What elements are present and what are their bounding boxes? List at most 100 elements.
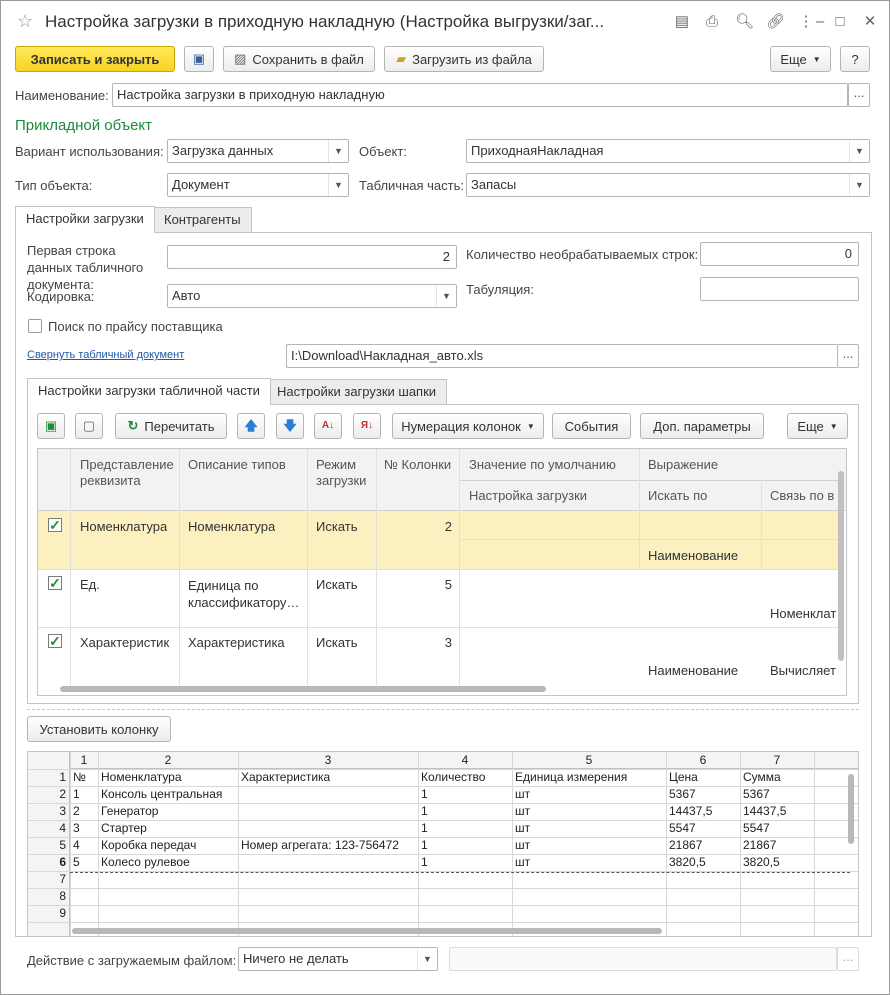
sheet-cell[interactable]: 5 [73,855,80,869]
sheet-col-header[interactable]: 3 [238,753,418,767]
sheet-cell[interactable]: 1 [421,787,428,801]
sheet-cell[interactable]: шт [515,821,530,835]
sheet-cell[interactable]: 5547 [669,821,696,835]
header-types[interactable]: Описание типов [188,457,286,473]
sheet-cell[interactable]: 21867 [669,838,702,852]
maximize-icon[interactable]: □ [831,13,849,31]
minimize-icon[interactable]: – [811,13,829,31]
objtype-select[interactable]: Документ ▼ [167,173,349,197]
sheet-cell[interactable]: 4 [73,838,80,852]
cell-searchby[interactable]: Наименование [648,663,738,678]
sheet-cell[interactable]: шт [515,838,530,852]
check-all-button[interactable]: ▣ [37,413,65,439]
sheet-cell[interactable]: Колесо рулевое [101,855,190,869]
object-select[interactable]: ПриходнаяНакладная ▼ [466,139,870,163]
move-up-button[interactable]: 🡅 [237,413,265,439]
encoding-select[interactable]: Авто ▼ [167,284,457,308]
link-icon[interactable]: 🔗︎ [766,13,785,31]
sheet-row-header[interactable]: 1 [28,770,66,784]
cell-repr[interactable]: Ед. [80,577,100,592]
sheet-col-header[interactable]: 6 [666,753,740,767]
favorite-star-icon[interactable]: ☆ [17,11,33,32]
header-link[interactable]: Связь по в [770,488,834,504]
file-path-input[interactable]: I:\Download\Накладная_авто.xls [286,344,838,368]
reread-button[interactable]: ↻ Перечитать [115,413,227,439]
sheet-cell[interactable]: 1 [421,855,428,869]
cell-colnum[interactable]: 5 [384,577,452,592]
sheet-cell[interactable]: Характеристика [241,770,330,784]
sheet-row-header[interactable]: 6 [28,855,66,869]
tab-contractors[interactable]: Контрагенты [153,207,252,233]
cell-link[interactable]: Вычисляет [770,663,836,678]
header-searchby[interactable]: Искать по [648,488,707,504]
horizontal-scrollbar[interactable] [60,686,546,692]
collapse-table-link[interactable]: Свернуть табличный документ [27,349,184,361]
uncheck-all-button[interactable]: ▢ [75,413,103,439]
cell-mode[interactable]: Искать [316,577,358,592]
extra-params-button[interactable]: Доп. параметры [640,413,764,439]
price-search-checkbox[interactable] [28,319,42,333]
action-param-select-button[interactable]: ... [837,947,859,971]
sheet-cell[interactable]: Номенклатура [101,770,182,784]
header-loadset[interactable]: Настройка загрузки [469,488,587,504]
cell-types[interactable]: Номенклатура [188,519,275,534]
spreadsheet[interactable]: 1 2 3 4 5 6 7 1 2 3 4 5 6 7 8 9 № Номенклатура Характерист… [27,751,859,937]
cell-repr[interactable]: Характеристик [80,635,169,650]
sheet-cell[interactable]: 2 [73,804,80,818]
skip-rows-input[interactable]: 0 [700,242,859,266]
header-default[interactable]: Значение по умолчанию [469,457,616,473]
sheet-cell[interactable]: Единица измерения [515,770,627,784]
tab-settings[interactable]: Настройки загрузки [15,206,155,233]
sheet-cell[interactable]: Цена [669,770,698,784]
sheet-cell[interactable]: Стартер [101,821,147,835]
sheet-vertical-scrollbar[interactable] [848,774,854,844]
sheet-cell[interactable]: 3820,5 [743,855,780,869]
print-icon[interactable]: ⎙ [703,13,721,31]
name-select-button[interactable]: ... [848,83,870,107]
sheet-cell[interactable]: 14437,5 [743,804,786,818]
dropdown-icon[interactable]: ▼ [436,285,456,307]
sheet-horizontal-scrollbar[interactable] [72,928,662,934]
sheet-cell[interactable]: № [73,770,86,784]
sheet-cell[interactable]: 14437,5 [669,804,712,818]
sort-asc-button[interactable]: A↓ [314,413,342,439]
sheet-cell[interactable]: 3 [73,821,80,835]
file-path-select-button[interactable]: ... [837,344,859,368]
dropdown-icon[interactable]: ▼ [328,140,348,162]
save-to-file-button[interactable]: ▨ Сохранить в файл [223,46,375,72]
sheet-row-header[interactable]: 2 [28,787,66,801]
tab-header-settings[interactable]: Настройки загрузки шапки [266,379,448,405]
sheet-cell[interactable]: 3820,5 [669,855,706,869]
sheet-cell[interactable]: Сумма [743,770,781,784]
events-button[interactable]: События [552,413,631,439]
sheet-row-header[interactable]: 8 [28,889,66,903]
vertical-scrollbar[interactable] [838,471,844,661]
close-icon[interactable]: ✕ [861,13,879,31]
sheet-col-header[interactable]: 2 [98,753,238,767]
dropdown-icon[interactable]: ▼ [849,140,869,162]
dropdown-icon[interactable]: ▼ [417,948,437,970]
more-button[interactable]: Еще ▼ [770,46,831,72]
cell-colnum[interactable]: 3 [384,635,452,650]
dropdown-icon[interactable]: ▼ [328,174,348,196]
cell-colnum[interactable]: 2 [384,519,452,534]
save-and-close-button[interactable]: Записать и закрыть [15,46,175,72]
sheet-cell[interactable]: 1 [73,787,80,801]
header-repr[interactable]: Представление реквизита [80,457,176,489]
dropdown-icon[interactable]: ▼ [849,174,869,196]
sheet-cell[interactable]: 5547 [743,821,770,835]
move-down-button[interactable]: 🡇 [276,413,304,439]
sort-desc-button[interactable]: Я↓ [353,413,381,439]
cell-searchby[interactable]: Наименование [648,548,738,563]
cell-types[interactable]: Единица по классификатору… [188,577,304,611]
cell-types[interactable]: Характеристика [188,635,285,650]
sheet-cell[interactable]: Номер агрегата: 123-756472 [241,838,399,852]
cell-mode[interactable]: Искать [316,635,358,650]
row-checkbox[interactable]: ✓ [48,518,62,532]
cell-repr[interactable]: Номенклатура [80,519,167,534]
action-param-input[interactable] [449,947,837,971]
row-checkbox[interactable]: ✓ [48,634,62,648]
sheet-cell[interactable]: Коробка передач [101,838,196,852]
sheet-cell[interactable]: Консоль центральная [101,787,222,801]
set-column-button[interactable]: Установить колонку [27,716,171,742]
